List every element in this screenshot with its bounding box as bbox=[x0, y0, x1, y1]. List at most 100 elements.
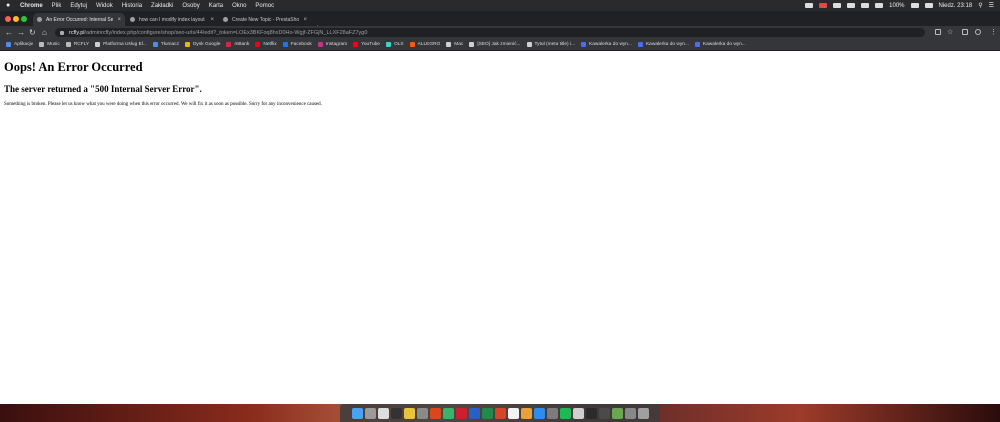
battery-icon[interactable] bbox=[910, 3, 919, 8]
menu-item-help[interactable]: Pomoc bbox=[255, 3, 274, 9]
spotlight-icon[interactable]: ⚲ bbox=[978, 2, 982, 9]
menu-item-view[interactable]: Widok bbox=[96, 3, 113, 9]
tab-error[interactable]: An Error Occurred: Internal Ser × bbox=[33, 13, 125, 26]
preview-icon[interactable] bbox=[572, 407, 584, 419]
bookmark-label: Netflix bbox=[263, 42, 277, 47]
profile-avatar[interactable] bbox=[975, 29, 981, 35]
bookmark-item[interactable]: Instagram bbox=[317, 42, 347, 47]
close-tab-icon[interactable]: × bbox=[210, 17, 214, 23]
globe-icon bbox=[130, 17, 135, 22]
safari-icon[interactable] bbox=[377, 407, 389, 419]
volume-icon[interactable] bbox=[875, 3, 884, 8]
home-button[interactable]: ⌂ bbox=[42, 28, 47, 37]
bookmark-item[interactable]: RCFLY bbox=[65, 42, 89, 47]
address-bar[interactable]: rcfly.pl /adminrcfly/index.php/configure… bbox=[55, 28, 925, 37]
activity-icon[interactable] bbox=[390, 407, 402, 419]
control-center-icon[interactable]: ☰ bbox=[989, 2, 994, 9]
bookmark-item[interactable]: Platforma Usług El... bbox=[95, 42, 147, 47]
forward-button[interactable]: → bbox=[17, 28, 25, 37]
clock[interactable]: Niedz. 23:18 bbox=[939, 3, 973, 9]
apple-icon[interactable]: ● bbox=[6, 2, 14, 9]
word-icon[interactable] bbox=[468, 407, 480, 419]
bookmark-icon bbox=[317, 42, 323, 47]
bookmark-item[interactable]: Dysk Google bbox=[184, 42, 221, 47]
close-tab-icon[interactable]: × bbox=[303, 17, 307, 23]
translate-icon[interactable] bbox=[935, 29, 941, 35]
menu-item-edit[interactable]: Edytuj bbox=[70, 3, 87, 9]
menu-icon[interactable]: ⋮ bbox=[990, 28, 997, 37]
menu-item-people[interactable]: Osoby bbox=[182, 3, 199, 9]
status-app-icon[interactable] bbox=[805, 3, 814, 8]
app-green-icon[interactable] bbox=[442, 407, 454, 419]
menu-item-bookmarks[interactable]: Zakładki bbox=[151, 3, 173, 9]
bookmark-item[interactable]: [SEO] Jak zmienić... bbox=[469, 42, 521, 47]
bookmark-icon bbox=[6, 42, 11, 47]
bookmark-item[interactable]: Tłumacz bbox=[152, 42, 179, 47]
tab-title: how can I modify index layout bbox=[139, 16, 205, 23]
address-path: /adminrcfly/index.php/configure/shop/seo… bbox=[84, 29, 368, 36]
bookmark-item[interactable]: ALLEGRO bbox=[409, 42, 441, 47]
globe-icon bbox=[37, 17, 42, 22]
photo-icon[interactable] bbox=[611, 407, 623, 419]
tab-new-topic[interactable]: Create New Topic - PrestaShop × bbox=[219, 13, 311, 26]
bookmark-item[interactable]: Netflix bbox=[255, 42, 277, 47]
menu-item-file[interactable]: Plik bbox=[52, 3, 62, 9]
page-title: Oops! An Error Occurred bbox=[4, 60, 143, 74]
settings-icon[interactable] bbox=[546, 407, 558, 419]
menu-item-tab[interactable]: Karta bbox=[209, 3, 223, 9]
excel-icon[interactable] bbox=[481, 407, 493, 419]
bookmark-item[interactable]: Kawalerka do wyn... bbox=[694, 42, 746, 47]
reload-button[interactable]: ↻ bbox=[29, 28, 36, 37]
bookmark-item[interactable]: Kawalerka do wyn... bbox=[637, 42, 689, 47]
launchpad-icon[interactable] bbox=[364, 407, 376, 419]
cast-icon[interactable] bbox=[962, 29, 968, 35]
bookmark-item[interactable]: Mac bbox=[446, 42, 463, 47]
bookmark-item[interactable]: Facebook bbox=[282, 42, 312, 47]
wifi-icon[interactable] bbox=[861, 3, 870, 8]
bookmark-item[interactable]: OLX bbox=[385, 42, 404, 47]
bluetooth-icon[interactable] bbox=[847, 3, 856, 8]
bookmark-item[interactable]: mBank bbox=[226, 42, 249, 47]
bookmark-label: Dysk Google bbox=[192, 42, 221, 47]
battery-percent[interactable]: 100% bbox=[889, 3, 904, 9]
powerpoint-icon[interactable] bbox=[494, 407, 506, 419]
bookmark-label: Platforma Usług El... bbox=[103, 42, 147, 47]
lock-icon[interactable] bbox=[60, 30, 64, 35]
menu-item-window[interactable]: Okno bbox=[232, 3, 246, 9]
bookmark-star-icon[interactable]: ☆ bbox=[947, 28, 953, 37]
tab-forum[interactable]: how can I modify index layout × bbox=[126, 13, 218, 26]
minimize-window-button[interactable] bbox=[13, 16, 19, 22]
bookmark-item[interactable]: Music bbox=[39, 42, 60, 47]
display-icon[interactable] bbox=[833, 3, 842, 8]
close-window-button[interactable] bbox=[5, 16, 11, 22]
menu-item-history[interactable]: Historia bbox=[122, 3, 142, 9]
opera-icon[interactable] bbox=[455, 407, 467, 419]
back-button[interactable]: ← bbox=[5, 28, 13, 37]
app-store-icon[interactable] bbox=[533, 407, 545, 419]
bookmark-item[interactable]: Aplikacje bbox=[6, 42, 33, 47]
status-record-icon[interactable] bbox=[819, 3, 828, 8]
finder-icon[interactable] bbox=[351, 407, 363, 419]
bookmark-icon bbox=[469, 42, 475, 47]
system-icon[interactable] bbox=[416, 407, 428, 419]
filezilla-icon[interactable] bbox=[429, 407, 441, 419]
photos-icon[interactable] bbox=[520, 407, 532, 419]
user-icon[interactable] bbox=[924, 3, 933, 8]
close-tab-icon[interactable]: × bbox=[117, 17, 121, 23]
downloads-icon[interactable] bbox=[624, 407, 636, 419]
bookmark-item[interactable]: Tytuł (meta title) i... bbox=[526, 42, 575, 47]
maximize-window-button[interactable] bbox=[21, 16, 27, 22]
calendar-icon[interactable] bbox=[507, 407, 519, 419]
trash-icon[interactable] bbox=[637, 407, 649, 419]
spotify-icon[interactable] bbox=[559, 407, 571, 419]
bookmark-item[interactable]: YouTube bbox=[353, 42, 380, 47]
chrome-icon[interactable] bbox=[403, 407, 415, 419]
editor-icon[interactable] bbox=[598, 407, 610, 419]
status-area: 100% Niedz. 23:18 ⚲ ☰ bbox=[805, 0, 994, 11]
bookmark-item[interactable]: Kawalerka do wyn... bbox=[581, 42, 632, 47]
bookmark-label: ALLEGRO bbox=[417, 42, 441, 47]
bookmark-label: Mac bbox=[454, 42, 464, 47]
terminal-icon[interactable] bbox=[585, 407, 597, 419]
bookmark-icon bbox=[637, 42, 643, 47]
menu-item-app[interactable]: Chrome bbox=[20, 3, 43, 9]
